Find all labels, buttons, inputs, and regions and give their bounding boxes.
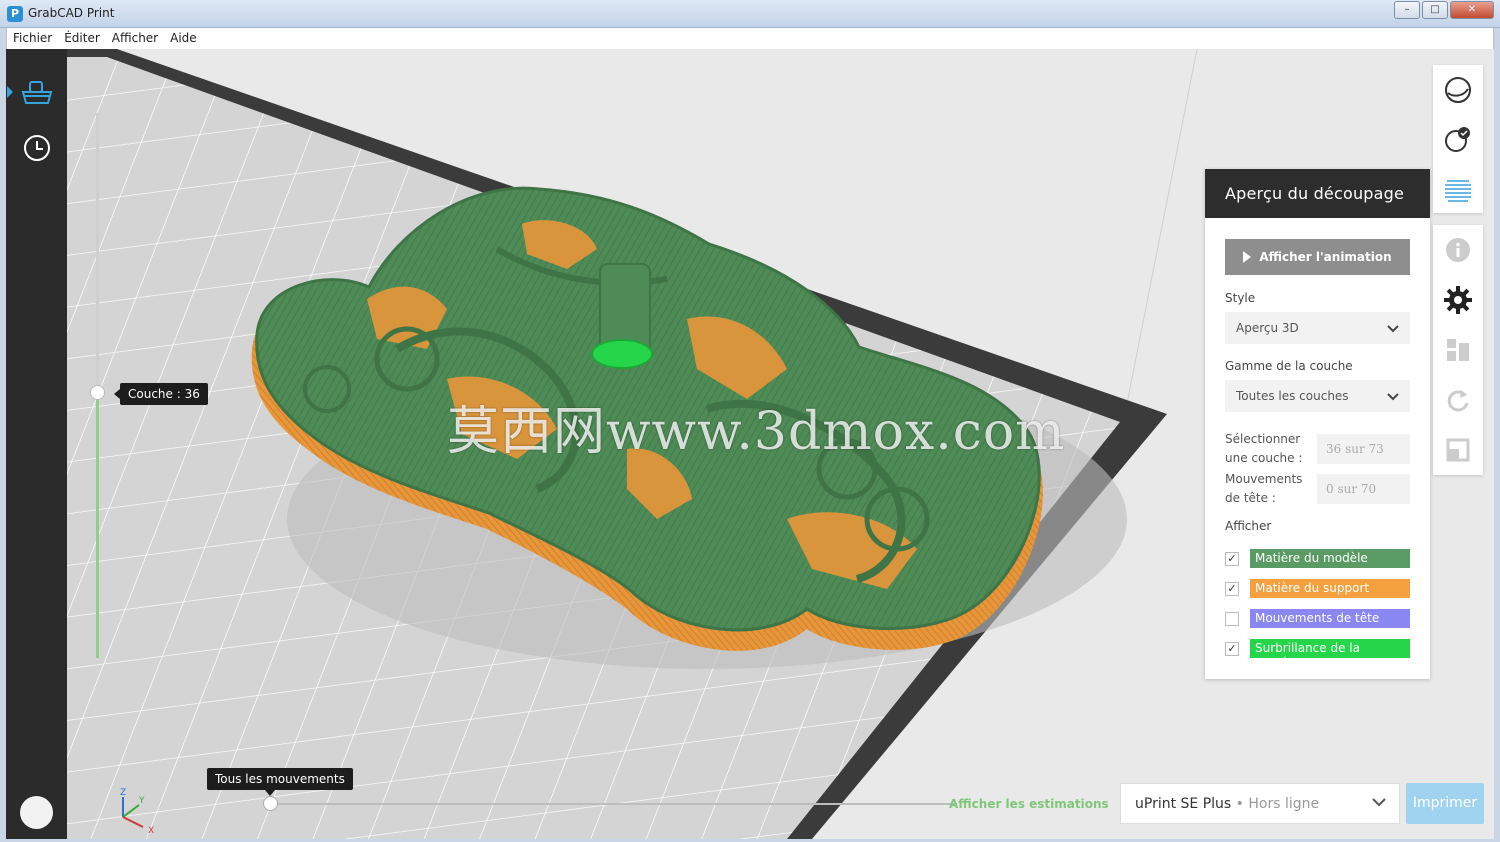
gear-icon xyxy=(1444,286,1472,314)
head-moves-label: Mouvements de tête : xyxy=(1225,472,1303,505)
printer-name: uPrint SE Plus xyxy=(1135,796,1232,812)
window-title: GrabCAD Print xyxy=(28,6,115,20)
layer-slider-fill xyxy=(96,393,99,658)
style-dropdown[interactable]: Aperçu 3D xyxy=(1225,312,1410,344)
arrange-button[interactable] xyxy=(1433,325,1483,375)
play-icon xyxy=(1243,251,1252,263)
window-controls: – □ ✕ xyxy=(1394,1,1494,19)
legend-row-head-moves: Mouvements de tête xyxy=(1225,609,1410,629)
layer-range-label: Gamme de la couche xyxy=(1225,359,1353,373)
info-button[interactable] xyxy=(1433,225,1483,275)
show-animation-button[interactable]: Afficher l'animation xyxy=(1225,239,1410,275)
view-sphere-button[interactable] xyxy=(1433,65,1483,115)
sidebar-item-prepare[interactable] xyxy=(6,69,67,115)
model-material-label: Matière du modèle xyxy=(1250,549,1410,568)
layer-tooltip: Couche : 36 xyxy=(114,383,208,405)
menu-afficher[interactable]: Afficher xyxy=(106,28,164,49)
head-moves-legend-label: Mouvements de tête xyxy=(1250,609,1410,628)
model-tools-rail xyxy=(1433,225,1483,475)
slice-preview-panel: Aperçu du découpage Afficher l'animation… xyxy=(1205,169,1430,679)
legend-row-highlight: ✓ Surbrillance de la couche xyxy=(1225,639,1410,669)
3d-viewport[interactable]: 莫西网www.3dmox.com Couche : 36 Tous les mo… xyxy=(67,49,1494,839)
select-layer-label: Sélectionner une couche : xyxy=(1225,432,1303,465)
printer-status: Hors ligne xyxy=(1248,796,1320,812)
minimize-button[interactable]: – xyxy=(1394,1,1420,19)
chevron-down-icon xyxy=(1372,798,1386,807)
rotate-icon xyxy=(1447,390,1469,412)
legend-row-support: ✓ Matière du support xyxy=(1225,579,1410,599)
menu-fichier[interactable]: Fichier xyxy=(7,28,58,49)
printer-tray-icon xyxy=(21,81,52,104)
layer-slider-thumb[interactable] xyxy=(90,385,105,400)
chevron-down-icon xyxy=(1387,325,1399,333)
movement-slider-thumb[interactable] xyxy=(263,796,278,811)
left-sidebar xyxy=(6,49,67,839)
movement-tooltip: Tous les mouvements xyxy=(207,768,353,796)
layer-range-value: Toutes les couches xyxy=(1236,389,1349,403)
estimations-link[interactable]: Afficher les estimations xyxy=(949,797,1109,811)
material-check-button[interactable] xyxy=(1433,115,1483,165)
axis-y-label: Y xyxy=(138,796,145,806)
layer-range-dropdown[interactable]: Toutes les couches xyxy=(1225,380,1410,412)
slice-preview-button[interactable] xyxy=(1433,165,1483,215)
menu-editer[interactable]: Éditer xyxy=(58,28,106,49)
sidebar-item-history[interactable] xyxy=(6,125,67,171)
arrange-icon xyxy=(1447,339,1469,361)
head-moves-input[interactable]: 0 sur 70 xyxy=(1317,474,1410,504)
scale-icon xyxy=(1446,438,1470,462)
layers-icon xyxy=(1445,180,1471,202)
legend-row-model: ✓ Matière du modèle xyxy=(1225,549,1410,569)
menu-aide[interactable]: Aide xyxy=(164,28,203,49)
window-titlebar: P GrabCAD Print – □ ✕ xyxy=(0,0,1500,28)
support-material-checkbox[interactable]: ✓ xyxy=(1225,582,1239,596)
printer-separator: • xyxy=(1231,796,1249,812)
grabcad-app-icon: P xyxy=(7,6,23,22)
head-moves-checkbox[interactable] xyxy=(1225,612,1239,626)
style-label: Style xyxy=(1225,291,1256,305)
info-icon xyxy=(1446,238,1470,262)
show-animation-label: Afficher l'animation xyxy=(1259,250,1392,264)
print-button[interactable]: Imprimer xyxy=(1406,783,1484,824)
close-button[interactable]: ✕ xyxy=(1450,1,1494,19)
axis-z-label: Z xyxy=(120,788,126,798)
model-material-checkbox[interactable]: ✓ xyxy=(1225,552,1239,566)
rotate-button[interactable] xyxy=(1433,375,1483,425)
axis-gizmo: Z Y X xyxy=(120,788,154,835)
avatar[interactable] xyxy=(20,796,53,829)
support-material-label: Matière du support xyxy=(1250,579,1410,598)
layer-highlight-label: Surbrillance de la couche xyxy=(1250,639,1410,669)
view-tools-rail xyxy=(1433,65,1483,213)
maximize-button[interactable]: □ xyxy=(1422,1,1448,19)
panel-title: Aperçu du découpage xyxy=(1205,169,1430,218)
axis-x-label: X xyxy=(148,826,154,835)
show-label: Afficher xyxy=(1225,519,1272,533)
chevron-down-icon xyxy=(1387,393,1399,401)
sphere-view-icon xyxy=(1445,77,1471,103)
watermark-text: 莫西网www.3dmox.com xyxy=(447,402,1066,462)
menu-bar: Fichier Éditer Afficher Aide xyxy=(6,28,1494,49)
printer-select[interactable]: uPrint SE Plus • Hors ligne xyxy=(1120,783,1400,824)
select-layer-input[interactable]: 36 sur 73 xyxy=(1317,434,1410,464)
movement-slider-track[interactable] xyxy=(271,803,957,805)
settings-button[interactable] xyxy=(1433,275,1483,325)
scale-button[interactable] xyxy=(1433,425,1483,475)
style-value: Aperçu 3D xyxy=(1236,321,1299,335)
material-check-icon xyxy=(1445,127,1470,152)
clock-icon xyxy=(23,135,50,161)
layer-highlight-checkbox[interactable]: ✓ xyxy=(1225,642,1239,656)
